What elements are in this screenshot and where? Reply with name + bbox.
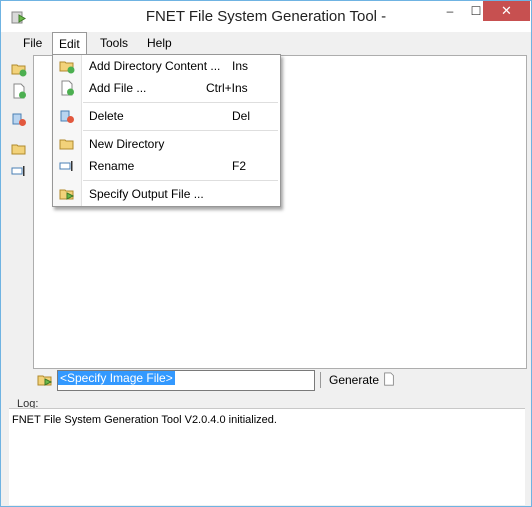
folder-add-icon[interactable] — [11, 61, 27, 77]
menu-item-label: Add File ... — [89, 81, 147, 95]
minimize-button[interactable]: – — [437, 1, 463, 21]
generate-icon — [384, 372, 395, 386]
rename-icon[interactable] — [11, 163, 27, 179]
rename-icon — [59, 161, 73, 171]
menu-tools[interactable]: Tools — [94, 32, 134, 54]
menu-item-label: Add Directory Content ... — [89, 59, 221, 73]
generate-button[interactable]: Generate — [329, 372, 396, 387]
menu-item-label: Delete — [89, 109, 124, 123]
output-file-icon — [59, 189, 75, 200]
close-button[interactable]: ✕ — [483, 1, 530, 21]
menu-item-label: New Directory — [89, 137, 165, 151]
menu-item-label: Rename — [89, 159, 135, 173]
image-file-input[interactable]: <Specify Image File> — [57, 370, 315, 391]
folder-add-icon — [59, 61, 75, 74]
log-text: FNET File System Generation Tool V2.0.4.… — [12, 414, 277, 426]
output-file-icon[interactable] — [37, 372, 53, 388]
menu-item-shortcut: Del — [232, 109, 251, 123]
menu-item-add-directory[interactable]: Add Directory Content ... Ins — [53, 55, 280, 77]
app-window: FNET File System Generation Tool - – ☐ ✕… — [0, 0, 532, 507]
menu-file[interactable]: File — [17, 32, 48, 54]
menu-item-specify-output[interactable]: Specify Output File ... — [53, 183, 280, 205]
menu-item-label: Specify Output File ... — [89, 187, 204, 201]
menu-item-shortcut: F2 — [232, 159, 247, 173]
menu-item-new-directory[interactable]: New Directory — [53, 133, 280, 155]
delete-icon — [60, 110, 74, 123]
menu-bar: File Edit Tools Help — [1, 32, 531, 54]
menu-item-shortcut: Ins — [232, 59, 249, 73]
image-file-value: <Specify Image File> — [58, 371, 175, 385]
menu-separator — [83, 130, 278, 131]
menu-edit[interactable]: Edit — [52, 32, 87, 54]
generate-label: Generate — [329, 373, 380, 387]
log-area[interactable]: FNET File System Generation Tool V2.0.4.… — [9, 408, 525, 505]
menu-item-add-file[interactable]: Add File ... Ctrl+Ins — [53, 77, 280, 99]
delete-icon[interactable] — [11, 111, 27, 127]
edit-menu-dropdown: Add Directory Content ... Ins Add File .… — [52, 54, 281, 207]
menu-item-shortcut: Ctrl+Ins — [206, 81, 248, 95]
file-add-icon — [61, 80, 74, 96]
menu-separator — [83, 102, 278, 103]
file-add-icon[interactable] — [11, 83, 27, 99]
bottom-bar: <Specify Image File> Generate — [33, 367, 525, 393]
menu-item-delete[interactable]: Delete Del — [53, 105, 280, 127]
menu-separator — [83, 180, 278, 181]
title-bar: FNET File System Generation Tool - – ☐ ✕ — [1, 1, 531, 32]
menu-help[interactable]: Help — [141, 32, 178, 54]
menu-item-rename[interactable]: Rename F2 — [53, 155, 280, 177]
separator — [320, 372, 321, 388]
side-toolbar — [3, 56, 31, 386]
new-folder-icon[interactable] — [11, 141, 27, 157]
new-folder-icon — [59, 139, 74, 150]
